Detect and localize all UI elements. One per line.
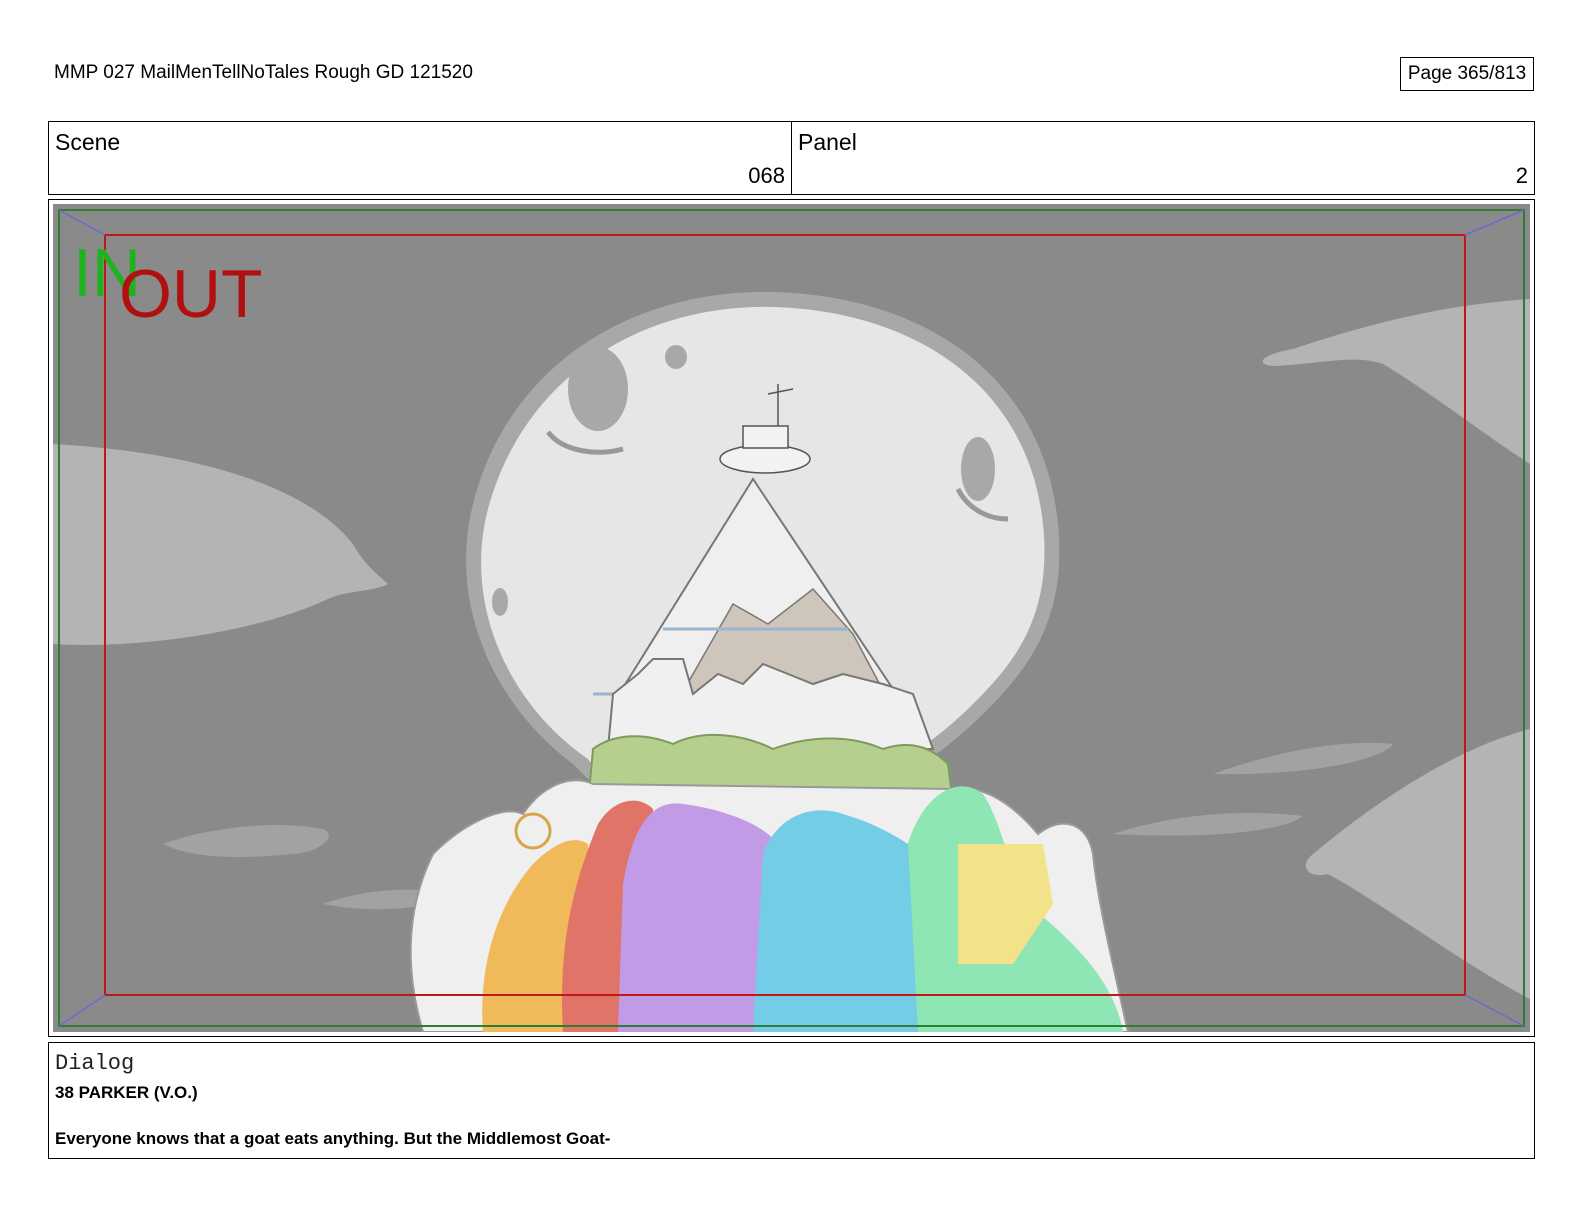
scene-panel-row: Scene 068 Panel 2 xyxy=(48,121,1535,195)
scene-number: 068 xyxy=(748,163,785,188)
storyboard-frame: IN OUT xyxy=(48,199,1535,1037)
dialog-label: Dialog xyxy=(55,1051,135,1076)
dialog-line: Everyone knows that a goat eats anything… xyxy=(55,1129,611,1148)
cluster-purple xyxy=(618,803,778,1032)
moon-crater-small xyxy=(665,345,687,369)
moon-crater-right xyxy=(961,437,995,501)
panel-cell: Panel 2 xyxy=(791,122,1534,194)
moon-crater xyxy=(568,347,628,431)
panel-number: 2 xyxy=(1515,163,1528,188)
page-number: Page 365/813 xyxy=(1400,57,1534,91)
moon-crater-left xyxy=(492,588,508,616)
out-marker: OUT xyxy=(119,256,263,332)
document-title: MMP 027 MailMenTellNoTales Rough GD 1215… xyxy=(54,62,473,83)
dialog-speaker: 38 PARKER (V.O.) xyxy=(55,1083,198,1102)
dialog-box: Dialog 38 PARKER (V.O.) Everyone knows t… xyxy=(48,1042,1535,1159)
scene-label: Scene xyxy=(55,129,121,155)
scene-cell: Scene 068 xyxy=(49,122,791,194)
storyboard-artwork: IN OUT xyxy=(53,204,1530,1032)
panel-label: Panel xyxy=(798,129,857,155)
